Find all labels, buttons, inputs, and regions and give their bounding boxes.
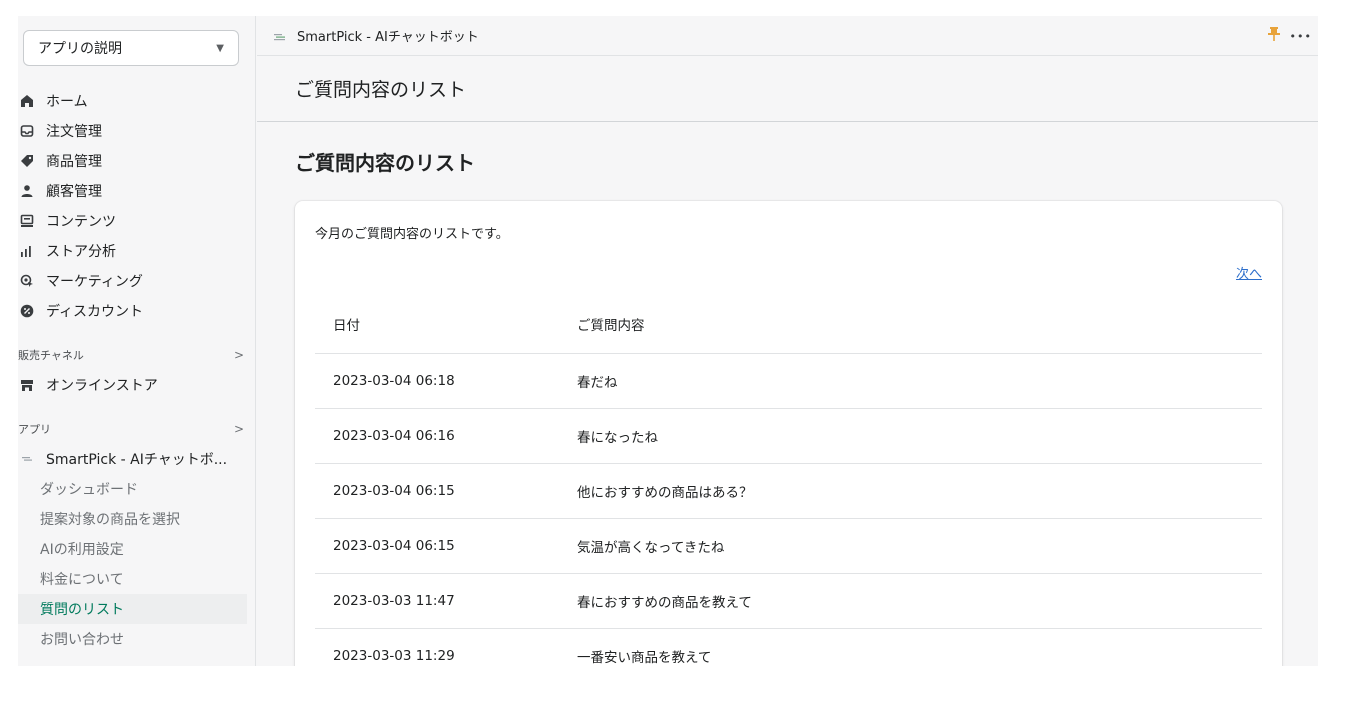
row-date: 2023-03-03 11:29 (315, 627, 577, 666)
chevron-down-icon: ▼ (216, 42, 224, 54)
table-row: 2023-03-03 11:47 春におすすめの商品を教えて (315, 572, 1262, 628)
column-header-question: ご質問内容 (577, 318, 645, 335)
row-date: 2023-03-04 06:15 (315, 517, 577, 573)
sidebar-nav: ホーム 注文管理 商品管理 顧客管理 コンテンツ ストア分析 マーケティング デ… (18, 86, 256, 654)
app-icon (273, 29, 287, 43)
sidebar-item-label: ホーム (46, 94, 88, 110)
apps-heading[interactable]: アプリ > (18, 414, 256, 444)
app-topbar: SmartPick - AIチャットボット ••• (257, 16, 1318, 56)
row-question: 春になったね (577, 407, 1262, 463)
sidebar-item-home[interactable]: ホーム (18, 86, 256, 116)
sidebar-subitem-dashboard[interactable]: ダッシュボード (18, 474, 256, 504)
chevron-right-icon: > (233, 348, 244, 362)
sidebar-item-orders[interactable]: 注文管理 (18, 116, 256, 146)
more-options-icon[interactable]: ••• (1290, 30, 1312, 43)
sidebar-subitem-question-list[interactable]: 質問のリスト (18, 594, 247, 624)
table-row: 2023-03-04 06:15 気温が高くなってきたね (315, 517, 1262, 573)
content-icon (20, 214, 34, 228)
table-row: 2023-03-04 06:18 春だね (315, 352, 1262, 408)
store-icon (20, 378, 34, 392)
question-list-card: 今月のご質問内容のリストです。 次へ 日付 ご質問内容 2023-03-04 0… (295, 201, 1282, 666)
page-header: ご質問内容のリスト (257, 56, 1318, 122)
sidebar-item-online-store[interactable]: オンラインストア (18, 370, 256, 400)
sidebar-item-label: オンラインストア (46, 378, 158, 394)
sidebar-subitem-product-select[interactable]: 提案対象の商品を選択 (18, 504, 256, 534)
apps-heading-label: アプリ (18, 423, 51, 436)
table-row: 2023-03-04 06:16 春になったね (315, 407, 1262, 463)
sidebar-subitem-pricing[interactable]: 料金について (18, 564, 256, 594)
table-header-row: 日付 ご質問内容 (315, 296, 1262, 353)
main-area: SmartPick - AIチャットボット ••• ご質問内容のリスト ご質問内… (257, 16, 1318, 666)
sidebar-subitem-contact[interactable]: お問い合わせ (18, 624, 256, 654)
row-question: 春だね (577, 352, 1262, 408)
page-title: ご質問内容のリスト (295, 151, 475, 175)
column-header-date: 日付 (333, 318, 360, 335)
row-question: 春におすすめの商品を教えて (577, 572, 1262, 628)
row-date: 2023-03-04 06:18 (315, 352, 577, 408)
pin-icon[interactable] (1267, 26, 1280, 46)
sidebar-item-label: マーケティング (46, 274, 143, 290)
row-question: 他におすすめの商品はある？ (577, 462, 1262, 518)
row-question: 一番安い商品を教えて (577, 627, 1262, 666)
marketing-icon (20, 274, 34, 288)
chevron-right-icon: > (233, 422, 244, 436)
tag-icon (20, 154, 34, 168)
admin-frame: アプリの説明 ▼ ホーム 注文管理 商品管理 顧客管理 コンテンツ ストア分析 … (18, 16, 1318, 666)
sidebar-item-label: 顧客管理 (46, 184, 102, 200)
sidebar-item-label: ディスカウント (46, 304, 144, 320)
sidebar-item-label: 商品管理 (46, 154, 102, 170)
sidebar-item-label: コンテンツ (46, 214, 116, 230)
sales-channel-heading[interactable]: 販売チャネル > (18, 340, 256, 370)
row-date: 2023-03-03 11:47 (315, 572, 577, 628)
sidebar: アプリの説明 ▼ ホーム 注文管理 商品管理 顧客管理 コンテンツ ストア分析 … (18, 16, 256, 666)
sidebar-item-marketing[interactable]: マーケティング (18, 266, 256, 296)
question-table: 日付 ご質問内容 2023-03-04 06:18 春だね 2023-03-04… (315, 296, 1262, 666)
sidebar-item-analytics[interactable]: ストア分析 (18, 236, 256, 266)
sales-channel-label: 販売チャネル (18, 349, 84, 362)
row-date: 2023-03-04 06:15 (315, 462, 577, 518)
table-row: 2023-03-04 06:15 他におすすめの商品はある？ (315, 462, 1262, 518)
row-question: 気温が高くなってきたね (577, 517, 1262, 573)
sidebar-item-smartpick-app[interactable]: SmartPick - AIチャットボ... (18, 444, 256, 474)
sidebar-item-label: SmartPick - AIチャットボ... (46, 452, 228, 468)
sidebar-item-label: 注文管理 (46, 124, 102, 140)
app-title: SmartPick - AIチャットボット (297, 30, 479, 45)
card-description: 今月のご質問内容のリストです。 (315, 227, 509, 242)
sidebar-item-discounts[interactable]: ディスカウント (18, 296, 256, 326)
table-row: 2023-03-03 11:29 一番安い商品を教えて (315, 627, 1262, 666)
inbox-icon (20, 124, 34, 138)
sidebar-subitem-ai-settings[interactable]: AIの利用設定 (18, 534, 256, 564)
discount-icon (20, 304, 34, 318)
home-icon (20, 94, 34, 108)
page-header-title: ご質問内容のリスト (295, 79, 467, 101)
app-select-value: アプリの説明 (38, 41, 122, 57)
app-select-dropdown[interactable]: アプリの説明 ▼ (23, 30, 239, 66)
sidebar-item-products[interactable]: 商品管理 (18, 146, 256, 176)
next-page-link[interactable]: 次へ (1236, 263, 1262, 282)
person-icon (20, 184, 34, 198)
analytics-icon (20, 244, 34, 258)
sidebar-item-content[interactable]: コンテンツ (18, 206, 256, 236)
sidebar-item-label: ストア分析 (46, 244, 116, 260)
row-date: 2023-03-04 06:16 (315, 407, 577, 463)
sidebar-item-customers[interactable]: 顧客管理 (18, 176, 256, 206)
app-icon (20, 452, 34, 466)
